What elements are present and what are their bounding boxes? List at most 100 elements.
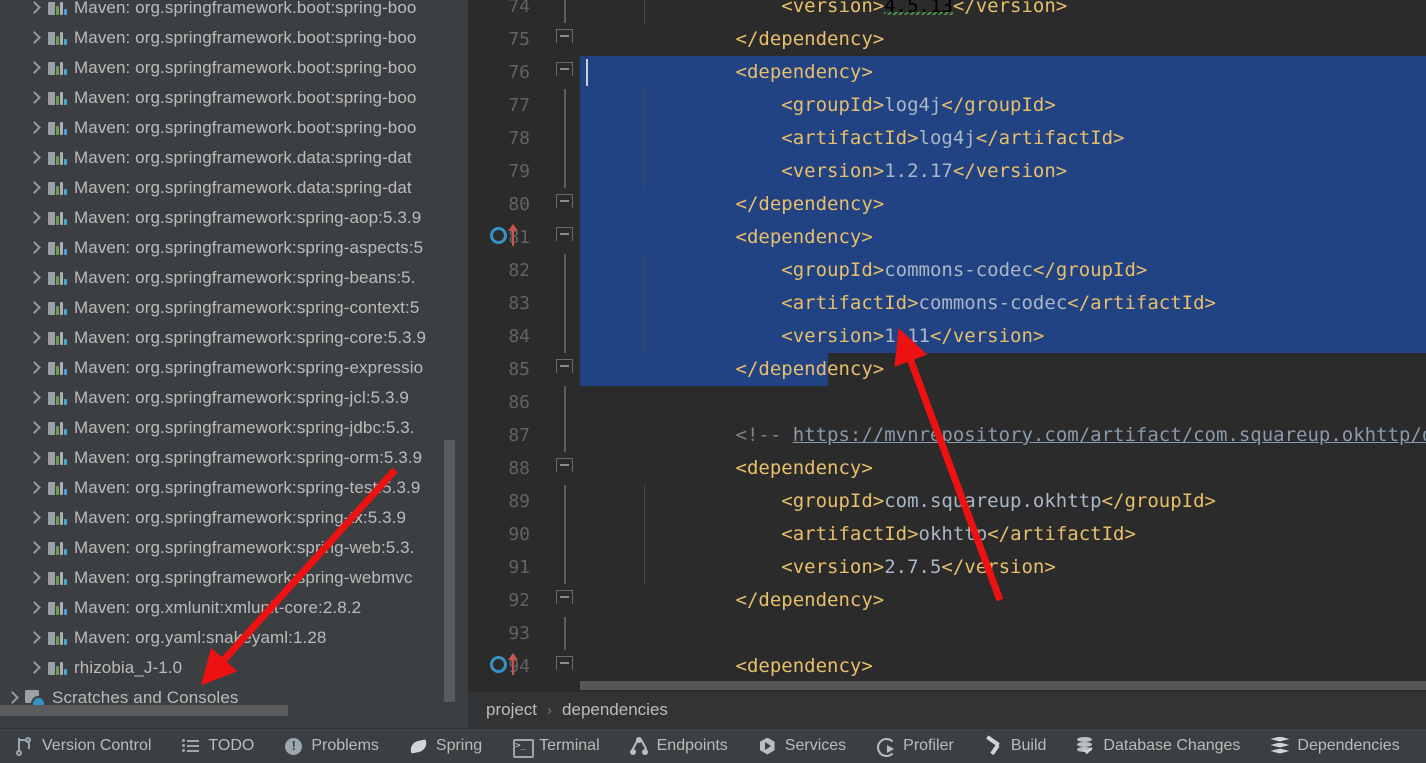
code-line[interactable]: 75 </dependency>	[468, 23, 1426, 56]
code-text[interactable]: <dependency>	[644, 221, 873, 254]
spring-bean-gutter-icon[interactable]	[490, 656, 507, 673]
code-text[interactable]: <artifactId>log4j</artifactId>	[644, 122, 1124, 155]
tree-item[interactable]: Maven: org.springframework.boot:spring-b…	[0, 83, 468, 113]
code-text[interactable]: </dependency>	[644, 188, 885, 221]
code-fold-toggle-icon[interactable]	[556, 62, 576, 84]
chevron-right-icon[interactable]	[24, 0, 44, 18]
code-text[interactable]: <artifactId>okhttp</artifactId>	[644, 518, 1136, 551]
breadcrumb-item-dependencies[interactable]: dependencies	[562, 700, 668, 720]
tool-window-button-dependencies[interactable]: Dependencies	[1255, 729, 1414, 763]
code-line[interactable]: 82 <groupId>commons-codec</groupId>	[468, 254, 1426, 287]
tool-window-bar[interactable]: Version Control TODO Problems Spring Termina…	[0, 728, 1426, 763]
chevron-right-icon[interactable]	[24, 268, 44, 288]
chevron-right-icon[interactable]	[24, 238, 44, 258]
breadcrumb-item-project[interactable]: project	[486, 700, 537, 720]
code-line[interactable]: 78 <artifactId>log4j</artifactId>	[468, 122, 1426, 155]
chevron-right-icon[interactable]	[24, 88, 44, 108]
code-text[interactable]: <version>1.2.17</version>	[644, 155, 1067, 188]
project-tree-vertical-scrollbar[interactable]	[444, 440, 455, 702]
tree-item[interactable]: Maven: org.springframework:spring-core:5…	[0, 323, 468, 353]
chevron-right-icon[interactable]	[24, 28, 44, 48]
tree-item[interactable]: Maven: org.springframework.boot:spring-b…	[0, 113, 468, 143]
chevron-right-icon[interactable]	[24, 358, 44, 378]
code-text[interactable]: </dependency>	[644, 23, 885, 56]
tool-window-button-spring[interactable]: Spring	[394, 729, 497, 763]
chevron-right-icon[interactable]	[24, 118, 44, 138]
code-text[interactable]: <groupId>log4j</groupId>	[644, 89, 1056, 122]
code-editor[interactable]: 74 <version>4.5.13</version> 75 </depende…	[468, 0, 1426, 692]
code-line[interactable]: 92 </dependency>	[468, 584, 1426, 617]
code-line[interactable]: 87 <!-- https://mvnrepository.com/artifa…	[468, 419, 1426, 452]
code-text[interactable]: </dependency>	[644, 353, 885, 386]
code-line[interactable]: 83 <artifactId>commons-codec</artifactId…	[468, 287, 1426, 320]
tree-item[interactable]: Maven: org.springframework:spring-orm:5.…	[0, 443, 468, 473]
code-fold-toggle-icon[interactable]	[556, 227, 576, 249]
navigate-up-arrow-icon[interactable]	[508, 653, 518, 675]
code-line[interactable]: 76 <dependency>	[468, 56, 1426, 89]
code-line[interactable]: 89 <groupId>com.squareup.okhttp</groupId…	[468, 485, 1426, 518]
code-text[interactable]: <version>4.5.13</version>	[644, 0, 1067, 23]
chevron-right-icon[interactable]	[24, 418, 44, 438]
tree-item[interactable]: Maven: org.springframework:spring-contex…	[0, 293, 468, 323]
code-text[interactable]: <artifactId>commons-codec</artifactId>	[644, 287, 1216, 320]
chevron-right-icon[interactable]	[24, 538, 44, 558]
code-text[interactable]: <groupId>com.squareup.okhttp</groupId>	[644, 485, 1216, 518]
code-fold-toggle-icon[interactable]	[556, 590, 576, 612]
chevron-right-icon[interactable]	[24, 658, 44, 678]
chevron-right-icon[interactable]	[24, 388, 44, 408]
tool-window-button-services[interactable]: Services	[743, 729, 861, 763]
code-line[interactable]: 81 <dependency>	[468, 221, 1426, 254]
tree-item[interactable]: Maven: org.springframework.data:spring-d…	[0, 143, 468, 173]
code-surface[interactable]: 74 <version>4.5.13</version> 75 </depende…	[468, 0, 1426, 683]
tree-item[interactable]: Maven: org.springframework:spring-jcl:5.…	[0, 383, 468, 413]
chevron-right-icon[interactable]	[24, 478, 44, 498]
chevron-right-icon[interactable]	[24, 328, 44, 348]
tree-item[interactable]: Maven: org.springframework:spring-expres…	[0, 353, 468, 383]
tool-window-button-todo[interactable]: TODO	[166, 729, 269, 763]
tree-item[interactable]: Maven: org.springframework.boot:spring-b…	[0, 23, 468, 53]
code-text[interactable]: <dependency>	[644, 650, 873, 683]
tool-window-button-terminal[interactable]: Terminal	[497, 729, 614, 763]
tree-item[interactable]: Maven: org.springframework:spring-test:5…	[0, 473, 468, 503]
code-line[interactable]: 86	[468, 386, 1426, 419]
tool-window-button-profiler[interactable]: Profiler	[861, 729, 969, 763]
tree-item[interactable]: Maven: org.yaml:snakeyaml:1.28	[0, 623, 468, 653]
chevron-right-icon[interactable]	[24, 58, 44, 78]
code-fold-toggle-icon[interactable]	[556, 29, 576, 51]
project-tree[interactable]: Maven: org.springframework.boot:spring-b…	[0, 0, 468, 713]
tool-window-button-problems[interactable]: Problems	[269, 729, 394, 763]
scrollbar-thumb[interactable]	[580, 681, 1426, 690]
code-text[interactable]: <version>1.11</version>	[644, 320, 1044, 353]
code-text[interactable]: </dependency>	[644, 584, 885, 617]
tree-item[interactable]: Maven: org.springframework.boot:spring-b…	[0, 53, 468, 83]
tree-item[interactable]: Maven: org.springframework:spring-webmvc	[0, 563, 468, 593]
tool-window-button-build[interactable]: Build	[969, 729, 1062, 763]
tree-item[interactable]: Maven: org.xmlunit:xmlunit-core:2.8.2	[0, 593, 468, 623]
code-line[interactable]: 74 <version>4.5.13</version>	[468, 0, 1426, 23]
chevron-right-icon[interactable]	[24, 208, 44, 228]
tree-item[interactable]: rhizobia_J-1.0	[0, 653, 468, 683]
tree-item[interactable]: Maven: org.springframework.boot:spring-b…	[0, 0, 468, 23]
scrollbar-thumb[interactable]	[0, 705, 288, 716]
code-text[interactable]: <dependency>	[644, 56, 873, 89]
chevron-right-icon[interactable]	[24, 568, 44, 588]
project-tree-horizontal-scrollbar[interactable]	[0, 705, 455, 716]
tree-item[interactable]: Maven: org.springframework:spring-aspect…	[0, 233, 468, 263]
chevron-right-icon[interactable]	[24, 298, 44, 318]
chevron-right-icon[interactable]	[24, 148, 44, 168]
chevron-right-icon[interactable]	[24, 448, 44, 468]
code-line[interactable]: 84 <version>1.11</version>	[468, 320, 1426, 353]
chevron-right-icon[interactable]	[24, 178, 44, 198]
code-line[interactable]: 93	[468, 617, 1426, 650]
tree-item[interactable]: Maven: org.springframework:spring-aop:5.…	[0, 203, 468, 233]
tool-window-button-endpoints[interactable]: Endpoints	[615, 729, 743, 763]
navigate-up-arrow-icon[interactable]	[508, 224, 518, 246]
breadcrumb[interactable]: project › dependencies	[468, 692, 1426, 728]
code-text[interactable]: <version>2.7.5</version>	[644, 551, 1056, 584]
code-line[interactable]: 79 <version>1.2.17</version>	[468, 155, 1426, 188]
code-fold-toggle-icon[interactable]	[556, 194, 576, 216]
chevron-right-icon[interactable]	[24, 508, 44, 528]
tool-window-button-database-changes[interactable]: Database Changes	[1061, 729, 1255, 763]
tree-item[interactable]: Maven: org.springframework:spring-tx:5.3…	[0, 503, 468, 533]
chevron-right-icon[interactable]	[24, 598, 44, 618]
